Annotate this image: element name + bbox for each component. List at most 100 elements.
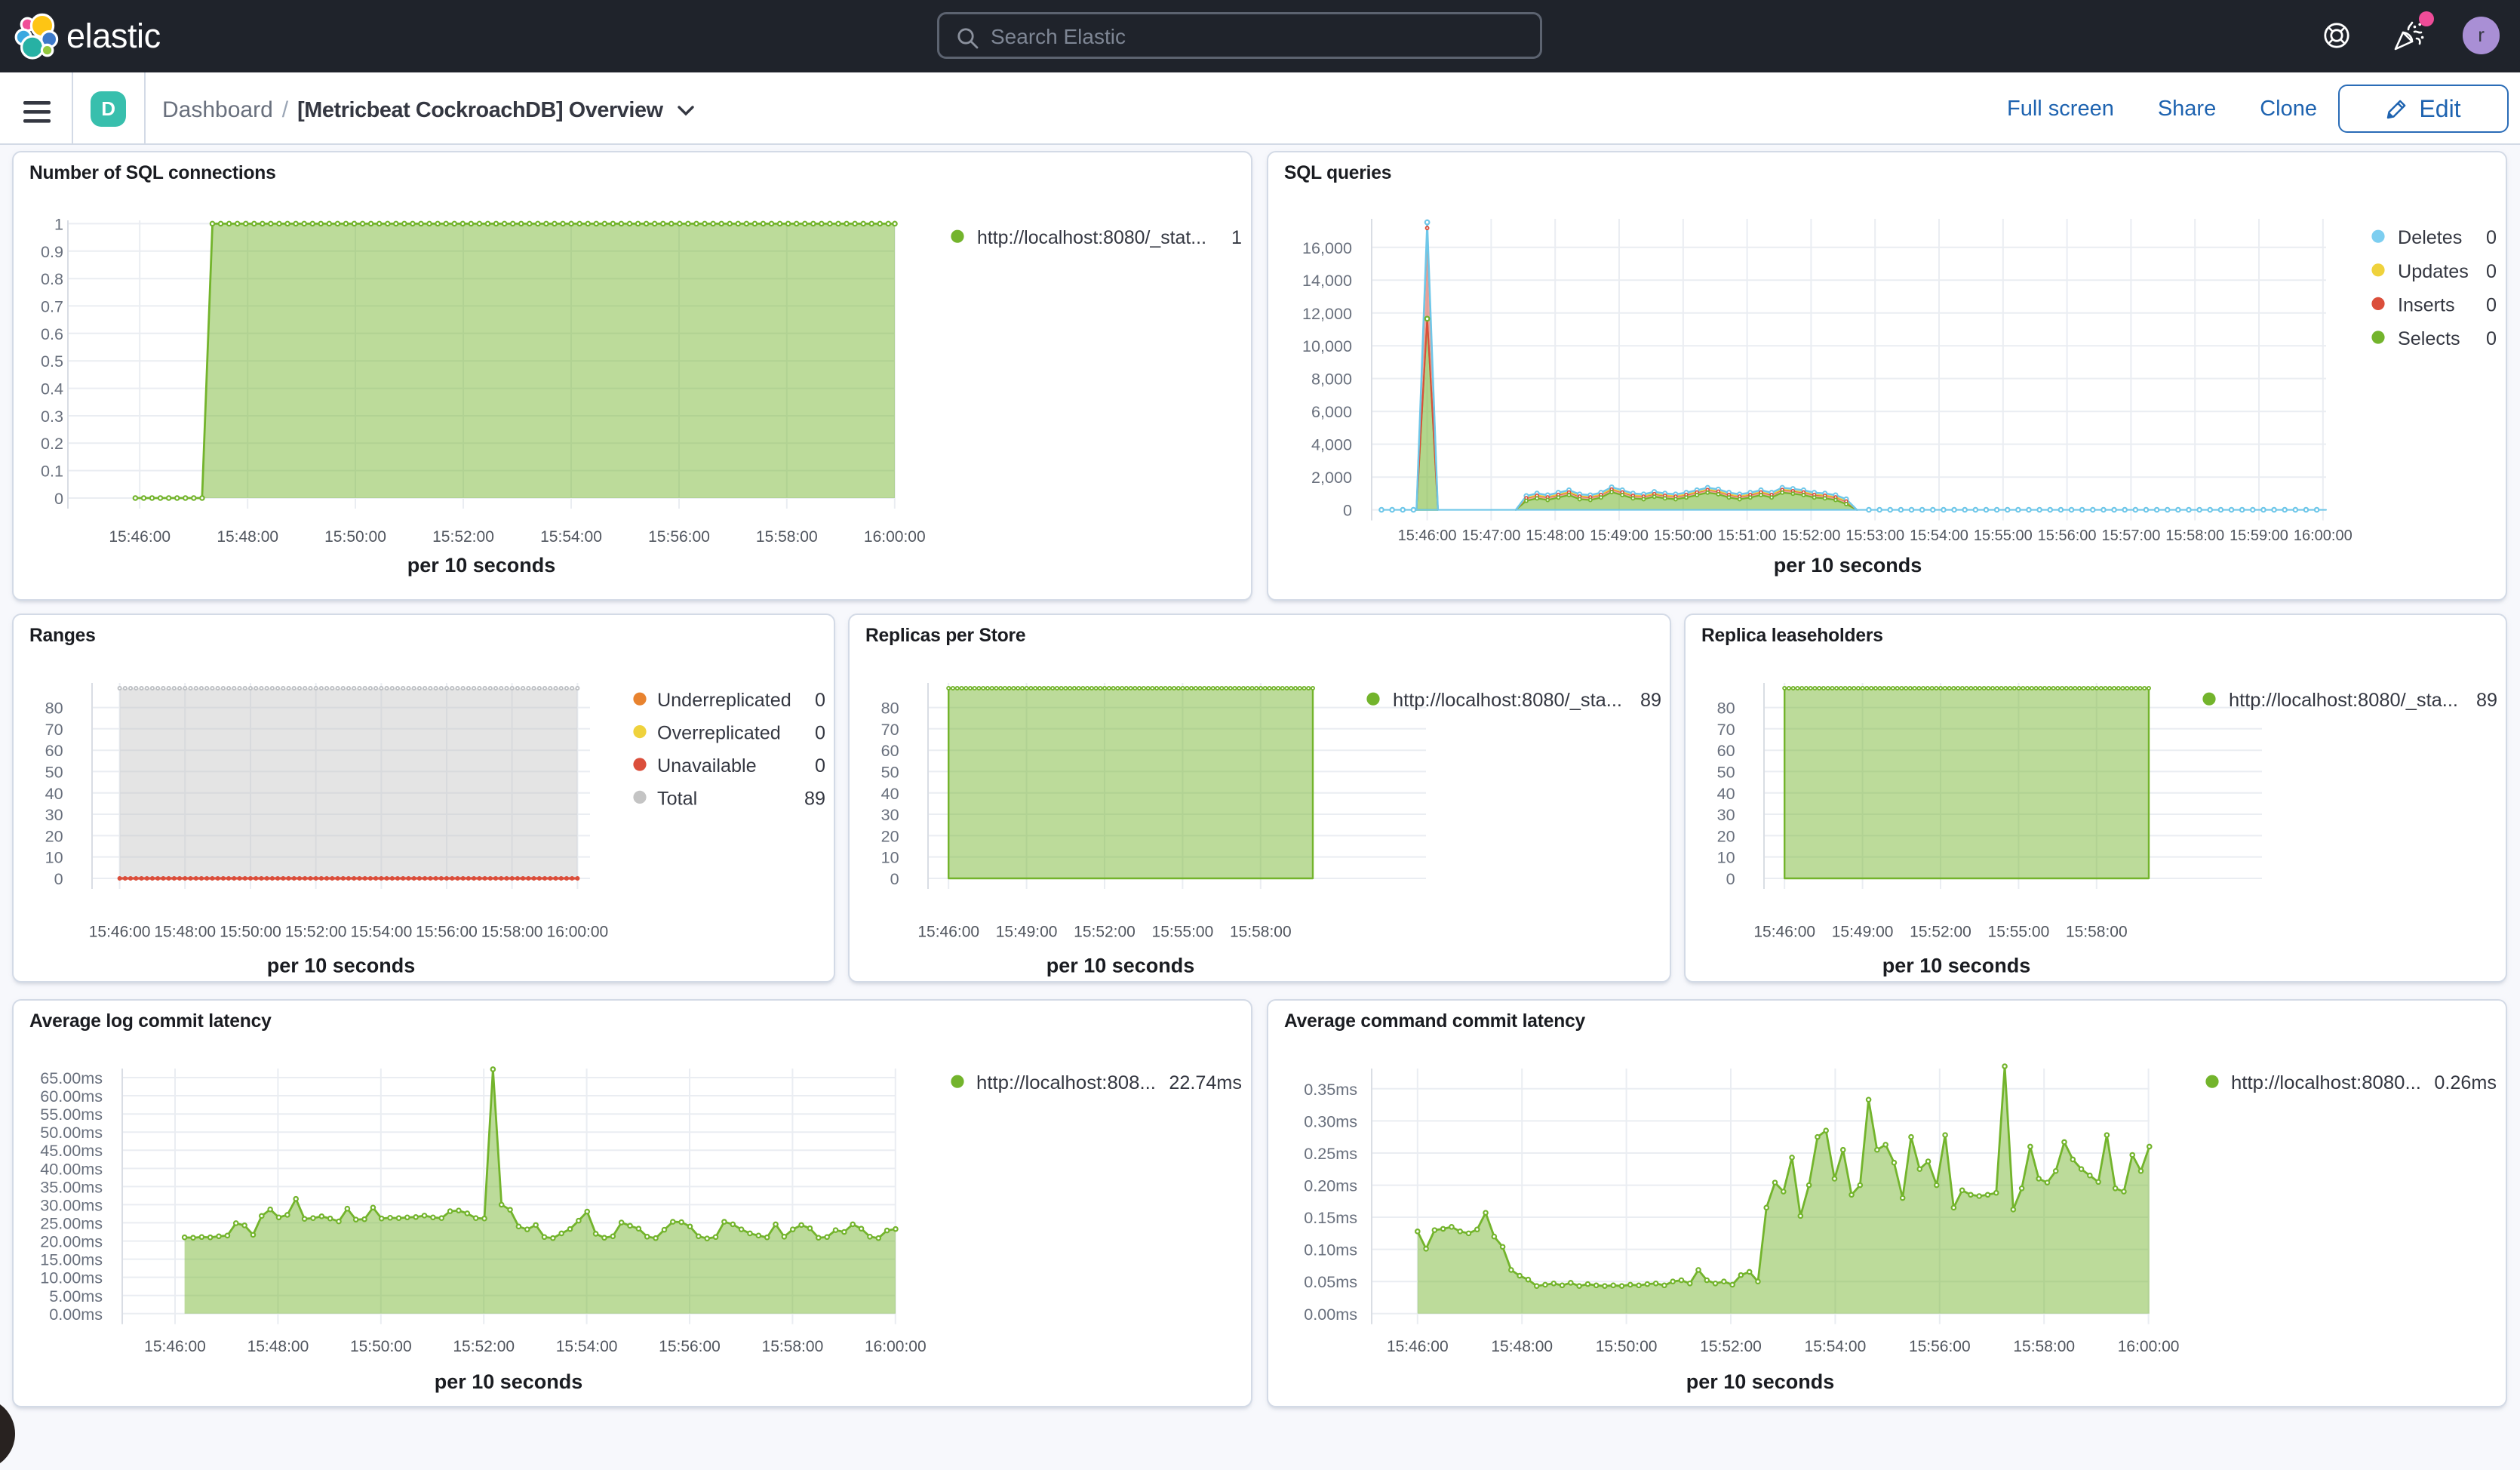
svg-text:Overreplicated: Overreplicated xyxy=(657,723,781,744)
svg-text:0: 0 xyxy=(890,869,899,888)
svg-text:15:52:00: 15:52:00 xyxy=(432,528,494,546)
svg-text:60.00ms: 60.00ms xyxy=(40,1087,103,1106)
svg-text:4,000: 4,000 xyxy=(1311,435,1352,454)
svg-text:15:53:00: 15:53:00 xyxy=(1845,527,1904,544)
svg-text:10,000: 10,000 xyxy=(1302,337,1352,355)
svg-text:15:58:00: 15:58:00 xyxy=(762,1338,824,1355)
svg-text:15:57:00: 15:57:00 xyxy=(2101,527,2160,544)
svg-text:16:00:00: 16:00:00 xyxy=(864,528,926,546)
svg-text:http://localhost:8080...: http://localhost:8080... xyxy=(2231,1072,2421,1093)
svg-text:16:00:00: 16:00:00 xyxy=(2118,1338,2180,1355)
svg-text:10: 10 xyxy=(1717,848,1735,867)
svg-text:10: 10 xyxy=(45,848,63,867)
svg-text:50: 50 xyxy=(881,763,899,782)
svg-text:15:49:00: 15:49:00 xyxy=(1590,527,1649,544)
svg-text:15:55:00: 15:55:00 xyxy=(1974,527,2033,544)
svg-text:15:50:00: 15:50:00 xyxy=(220,924,281,941)
svg-text:15:55:00: 15:55:00 xyxy=(1988,924,2050,941)
svg-text:15:48:00: 15:48:00 xyxy=(1526,527,1584,544)
svg-text:20: 20 xyxy=(45,827,63,846)
svg-text:0.7: 0.7 xyxy=(41,297,63,315)
svg-text:16:00:00: 16:00:00 xyxy=(2294,527,2353,544)
svg-text:15:56:00: 15:56:00 xyxy=(416,924,478,941)
svg-text:20: 20 xyxy=(881,827,899,846)
svg-text:0.00ms: 0.00ms xyxy=(1304,1305,1357,1324)
svg-text:0.15ms: 0.15ms xyxy=(1304,1208,1357,1227)
svg-text:15:46:00: 15:46:00 xyxy=(109,528,171,546)
svg-text:15:46:00: 15:46:00 xyxy=(1753,924,1815,941)
svg-text:per 10 seconds: per 10 seconds xyxy=(267,955,415,977)
svg-text:0: 0 xyxy=(815,690,825,712)
svg-text:12,000: 12,000 xyxy=(1302,304,1352,323)
svg-text:Inserts: Inserts xyxy=(2398,294,2455,315)
svg-text:per 10 seconds: per 10 seconds xyxy=(1686,1370,1834,1393)
svg-text:25.00ms: 25.00ms xyxy=(40,1213,103,1232)
svg-text:http://localhost:8080/_stat...: http://localhost:8080/_stat... xyxy=(977,227,1206,248)
svg-text:http://localhost:808...: http://localhost:808... xyxy=(976,1072,1156,1093)
svg-text:15:58:00: 15:58:00 xyxy=(1230,924,1292,941)
svg-text:15:54:00: 15:54:00 xyxy=(1910,527,1968,544)
svg-text:70: 70 xyxy=(1717,720,1735,739)
svg-text:0.05ms: 0.05ms xyxy=(1304,1272,1357,1291)
svg-text:40: 40 xyxy=(1717,784,1735,803)
svg-text:50: 50 xyxy=(1717,763,1735,782)
svg-text:0.35ms: 0.35ms xyxy=(1304,1080,1357,1099)
svg-text:0.3: 0.3 xyxy=(41,407,63,426)
svg-text:70: 70 xyxy=(881,720,899,739)
svg-text:15:52:00: 15:52:00 xyxy=(1781,527,1840,544)
svg-text:Deletes: Deletes xyxy=(2398,227,2462,248)
svg-text:Underreplicated: Underreplicated xyxy=(657,690,791,712)
svg-text:6,000: 6,000 xyxy=(1311,402,1352,421)
svg-text:15:56:00: 15:56:00 xyxy=(659,1338,721,1355)
svg-text:Total: Total xyxy=(657,789,697,810)
svg-text:15:59:00: 15:59:00 xyxy=(2230,527,2288,544)
svg-text:0.26ms: 0.26ms xyxy=(2434,1072,2497,1093)
svg-text:10.00ms: 10.00ms xyxy=(40,1269,103,1287)
svg-text:15:58:00: 15:58:00 xyxy=(2066,924,2128,941)
svg-text:per 10 seconds: per 10 seconds xyxy=(1774,554,1922,577)
svg-text:15:56:00: 15:56:00 xyxy=(648,528,710,546)
svg-text:10: 10 xyxy=(881,848,899,867)
svg-text:15:46:00: 15:46:00 xyxy=(917,924,979,941)
svg-text:0.6: 0.6 xyxy=(41,324,63,343)
svg-text:Selects: Selects xyxy=(2398,328,2460,349)
svg-text:http://localhost:8080/_sta...: http://localhost:8080/_sta... xyxy=(2229,690,2458,712)
svg-text:15:50:00: 15:50:00 xyxy=(1596,1338,1658,1355)
svg-text:15:48:00: 15:48:00 xyxy=(1491,1338,1553,1355)
svg-text:15.00ms: 15.00ms xyxy=(40,1250,103,1269)
svg-text:0: 0 xyxy=(54,869,63,888)
svg-text:0: 0 xyxy=(2486,227,2497,248)
svg-text:15:52:00: 15:52:00 xyxy=(1910,924,1971,941)
svg-text:20: 20 xyxy=(1717,827,1735,846)
svg-text:0.25ms: 0.25ms xyxy=(1304,1144,1357,1163)
svg-text:0.1: 0.1 xyxy=(41,462,63,481)
svg-text:0.10ms: 0.10ms xyxy=(1304,1241,1357,1259)
svg-text:70: 70 xyxy=(45,720,63,739)
svg-text:15:49:00: 15:49:00 xyxy=(1832,924,1894,941)
svg-text:15:52:00: 15:52:00 xyxy=(1074,924,1136,941)
svg-text:30: 30 xyxy=(881,805,899,824)
svg-text:0: 0 xyxy=(815,755,825,777)
svg-text:0.2: 0.2 xyxy=(41,434,63,453)
svg-text:15:58:00: 15:58:00 xyxy=(2013,1338,2075,1355)
svg-text:40.00ms: 40.00ms xyxy=(40,1159,103,1178)
svg-text:15:56:00: 15:56:00 xyxy=(2038,527,2097,544)
svg-text:15:54:00: 15:54:00 xyxy=(540,528,602,546)
svg-text:30: 30 xyxy=(45,805,63,824)
svg-text:50: 50 xyxy=(45,763,63,782)
svg-text:60: 60 xyxy=(881,742,899,761)
svg-text:15:58:00: 15:58:00 xyxy=(481,924,543,941)
svg-text:Updates: Updates xyxy=(2398,261,2469,282)
svg-text:15:50:00: 15:50:00 xyxy=(1654,527,1713,544)
svg-text:15:48:00: 15:48:00 xyxy=(247,1338,309,1355)
svg-text:80: 80 xyxy=(1717,699,1735,718)
svg-text:15:55:00: 15:55:00 xyxy=(1152,924,1214,941)
svg-text:15:52:00: 15:52:00 xyxy=(285,924,347,941)
svg-text:0.5: 0.5 xyxy=(41,352,63,371)
svg-text:per 10 seconds: per 10 seconds xyxy=(1882,955,2030,977)
svg-text:15:51:00: 15:51:00 xyxy=(1718,527,1777,544)
svg-text:15:47:00: 15:47:00 xyxy=(1461,527,1520,544)
svg-text:20.00ms: 20.00ms xyxy=(40,1232,103,1251)
svg-text:35.00ms: 35.00ms xyxy=(40,1177,103,1196)
svg-text:0.9: 0.9 xyxy=(41,242,63,261)
